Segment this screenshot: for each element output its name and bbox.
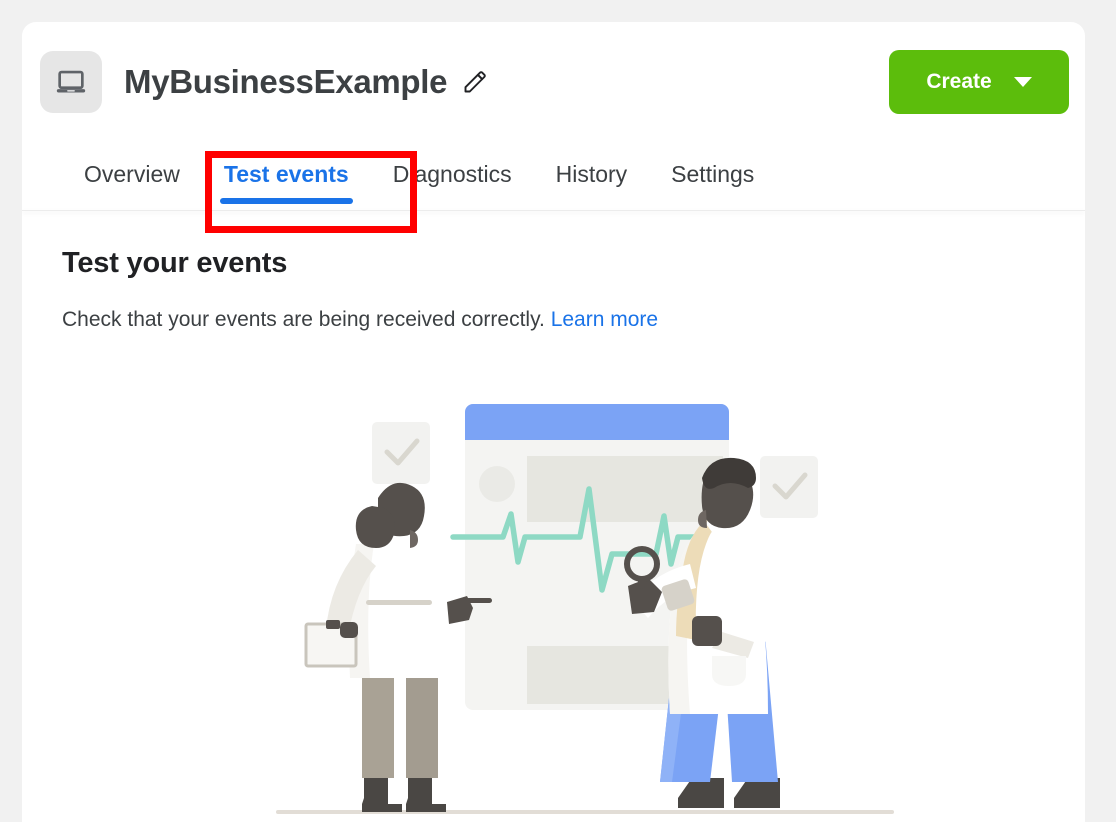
two-doctors-reviewing-dashboard-illustration [260, 394, 910, 822]
create-button-label: Create [926, 70, 992, 93]
create-button[interactable]: Create [889, 50, 1069, 114]
check-card-right [760, 456, 818, 518]
page-card: MyBusinessExample Create Overview Test e… [22, 22, 1085, 822]
pencil-icon[interactable] [461, 69, 488, 96]
tab-diagnostics-label: Diagnostics [392, 161, 512, 187]
section-heading: Test your events [62, 247, 288, 279]
tab-settings[interactable]: Settings [649, 153, 776, 210]
check-card-left [372, 422, 430, 484]
pencil-icon-glyph [464, 70, 486, 92]
section-description-text: Check that your events are being receive… [62, 308, 545, 331]
laptop-icon-glyph [56, 70, 86, 93]
doctor-left-figure [304, 482, 492, 812]
chevron-down-icon [1013, 77, 1032, 87]
tab-test-events-label: Test events [223, 161, 349, 187]
tab-history-label: History [555, 161, 628, 187]
tab-overview[interactable]: Overview [62, 153, 202, 210]
learn-more-link[interactable]: Learn more [551, 308, 658, 331]
tab-test-events[interactable]: Test events [202, 153, 371, 210]
tab-history[interactable]: History [534, 153, 650, 210]
laptop-icon [40, 51, 102, 113]
tab-overview-label: Overview [84, 161, 180, 187]
page-header: MyBusinessExample Create [40, 44, 1069, 120]
tab-bar: Overview Test events Diagnostics History… [62, 153, 776, 210]
section-description: Check that your events are being receive… [62, 308, 658, 332]
tab-diagnostics[interactable]: Diagnostics [371, 153, 534, 210]
illustration-svg [276, 404, 894, 814]
page-title: MyBusinessExample [124, 63, 448, 100]
active-tab-indicator [219, 198, 353, 204]
tab-bar-divider [22, 210, 1085, 211]
tab-settings-label: Settings [671, 161, 755, 187]
